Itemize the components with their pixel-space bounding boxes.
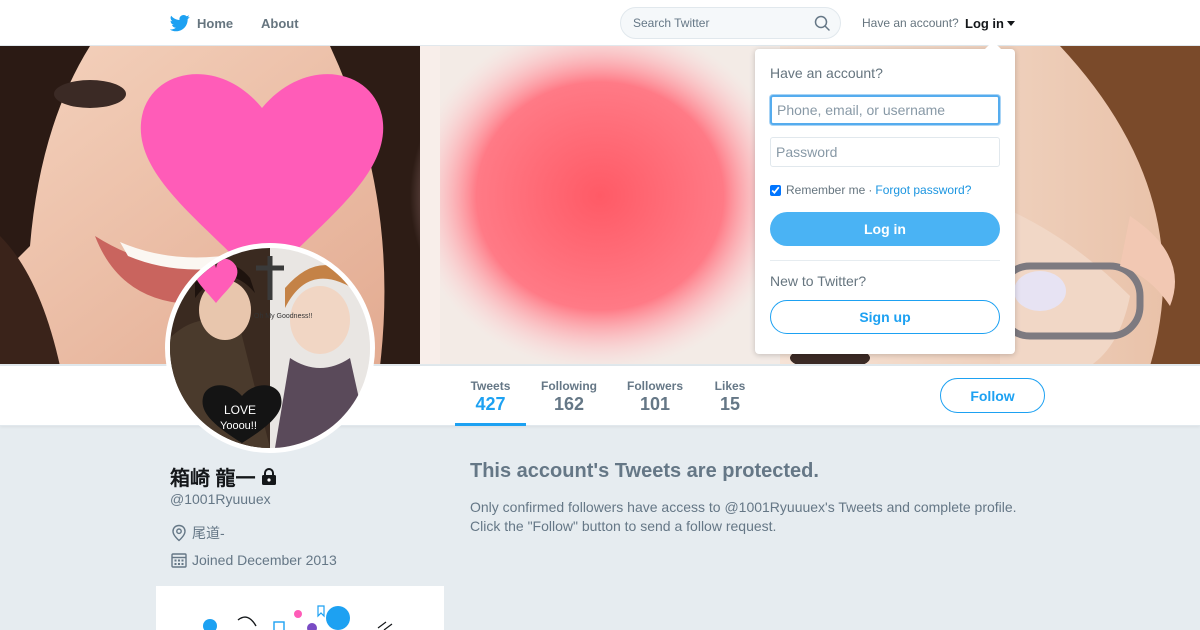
profile-location-text: 尾道- — [192, 525, 225, 541]
media-card — [156, 586, 444, 630]
stat-tweets[interactable]: Tweets 427 — [455, 366, 526, 426]
stat-likes-label: Likes — [714, 379, 746, 393]
profile-handle: @1001Ryuuuex — [170, 491, 271, 507]
stat-tweets-value: 427 — [475, 394, 506, 414]
calendar-icon — [171, 553, 187, 568]
username-field[interactable] — [770, 95, 1000, 125]
login-dropdown-title: Have an account? — [770, 65, 883, 81]
remember-me-checkbox[interactable] — [770, 184, 781, 196]
protected-title: This account's Tweets are protected. — [470, 460, 819, 482]
nav-home-label: Home — [197, 15, 234, 31]
avatar-image: Oh My Goodness!! LOVE Yooou!! — [170, 248, 370, 448]
location-pin-icon — [172, 524, 186, 542]
stat-followers-value: 101 — [639, 394, 671, 414]
new-to-twitter-text: New to Twitter? — [770, 273, 867, 289]
remember-me-row: Remember me · Forgot password? — [770, 183, 971, 197]
login-button[interactable]: Log in — [770, 212, 1000, 246]
stat-likes[interactable]: Likes 15 — [704, 366, 756, 426]
remember-me-label: Remember me — [786, 183, 866, 197]
protected-line-1: Only confirmed followers have access to … — [470, 499, 1017, 515]
remember-separator: · — [868, 183, 873, 197]
avatar-love-line2: Yooou!! — [220, 420, 257, 432]
stat-following-label: Following — [541, 379, 597, 393]
stat-following[interactable]: Following 162 — [532, 366, 606, 426]
login-dropdown-toggle[interactable]: Log in — [965, 0, 1015, 46]
nav-home-link[interactable]: Home — [170, 0, 233, 46]
profile-joined: Joined December 2013 — [170, 551, 337, 569]
profile-joined-text: Joined December 2013 — [192, 552, 337, 568]
stat-followers-label: Followers — [626, 379, 683, 393]
nav-about-link[interactable]: About — [261, 0, 299, 46]
follow-button[interactable]: Follow — [940, 378, 1045, 413]
profile-location: 尾道- — [170, 523, 225, 543]
signup-button[interactable]: Sign up — [770, 300, 1000, 334]
twitter-bird-icon — [170, 15, 190, 32]
avatar-sticker-text: Oh My Goodness!! — [254, 313, 312, 320]
caret-down-icon — [1007, 21, 1015, 26]
profile-name: 箱崎 龍一 — [170, 468, 256, 490]
stat-followers[interactable]: Followers 101 — [620, 366, 690, 426]
forgot-password-link[interactable]: Forgot password? — [875, 183, 971, 197]
search-box — [620, 7, 841, 39]
nav-about-label: About — [261, 15, 299, 31]
login-toggle-label: Log in — [965, 15, 1004, 31]
profile-avatar[interactable]: Oh My Goodness!! LOVE Yooou!! — [165, 243, 375, 453]
password-field[interactable] — [770, 137, 1000, 167]
lock-icon — [261, 467, 276, 485]
top-navigation-bar: Home About Have an account? Log in — [0, 0, 1200, 46]
dropdown-divider — [770, 260, 1000, 261]
search-input[interactable] — [633, 16, 803, 30]
search-icon[interactable] — [814, 15, 830, 31]
stat-tweets-label: Tweets — [470, 379, 511, 393]
have-account-text: Have an account? — [862, 16, 959, 30]
login-dropdown: Have an account? Remember me · Forgot pa… — [755, 41, 1015, 354]
stat-likes-value: 15 — [719, 394, 741, 414]
avatar-love-line1: LOVE — [224, 403, 256, 417]
profile-name-row: 箱崎 龍一 — [170, 462, 278, 491]
stat-following-value: 162 — [553, 394, 585, 414]
protected-line-2: Click the "Follow" button to send a foll… — [470, 518, 777, 534]
media-card-illustration — [203, 605, 393, 630]
protected-body: Only confirmed followers have access to … — [470, 498, 1050, 536]
